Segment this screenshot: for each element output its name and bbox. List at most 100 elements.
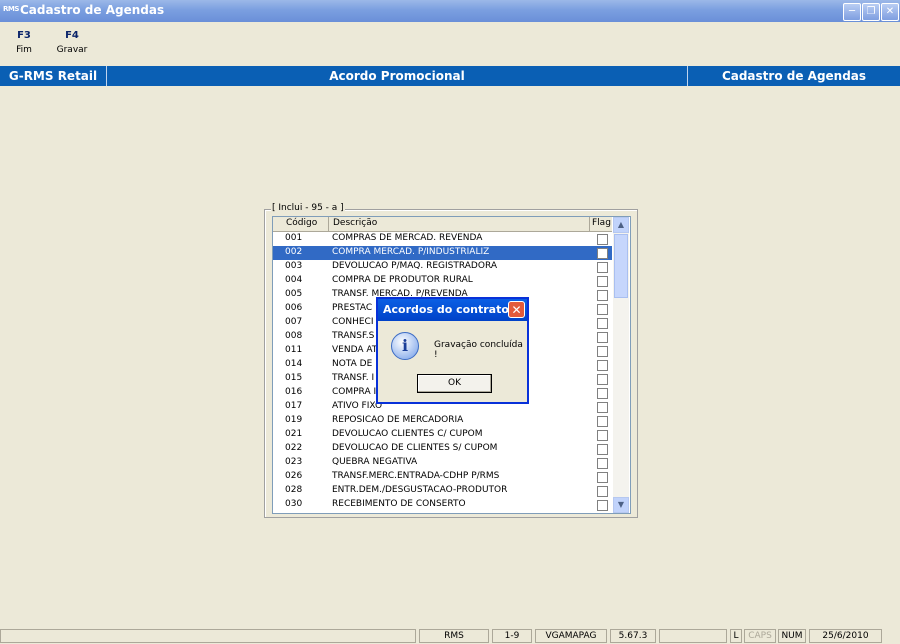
status-empty-panel [659,629,727,643]
dialog-close-button[interactable]: ✕ [508,301,525,318]
status-l: L [730,629,742,643]
row-description: REPOSICAO DE MERCADORIA [332,415,464,425]
flag-checkbox[interactable] [597,290,608,301]
flag-checkbox[interactable] [597,346,608,357]
row-code: 016 [285,387,303,397]
header-system: G-RMS Retail [8,69,98,83]
row-code: 003 [285,261,303,271]
table-row[interactable]: 002 COMPRA MERCAD. P/INDUSTRIALIZ [273,246,612,260]
group-caption: [ Inclui - 95 - a ] [271,203,345,213]
flag-checkbox[interactable] [597,402,608,413]
flag-checkbox[interactable] [597,430,608,441]
f4-gravar-button[interactable]: F4 Gravar [52,30,92,55]
status-num: NUM [778,629,806,643]
row-code: 002 [285,247,303,257]
status-date: 25/6/2010 [809,629,882,643]
dialog-title-bar: Acordos do contrato ✕ [378,299,527,321]
flag-checkbox[interactable] [597,262,608,273]
f3-fim-button[interactable]: F3 Fim [4,30,44,55]
table-row[interactable]: 028 ENTR.DEM./DESGUSTACAO-PRODUTOR [273,484,612,498]
row-code: 004 [285,275,303,285]
row-description: PRESTAC [332,303,373,313]
row-description: VENDA AT [332,345,378,355]
row-code: 030 [285,499,303,509]
column-header-code[interactable]: Código [286,218,317,228]
flag-checkbox[interactable] [597,486,608,497]
column-header-flag[interactable]: Flag [592,218,611,228]
f3-action-label: Fim [16,45,32,55]
header-screen: Cadastro de Agendas [721,69,867,83]
row-description: QUEBRA NEGATIVA [332,457,418,467]
info-icon: i [391,332,419,360]
flag-checkbox[interactable] [597,248,608,259]
row-code: 023 [285,457,303,467]
row-description: COMPRA DE PRODUTOR RURAL [332,275,473,285]
scroll-up-button[interactable]: ▲ [613,217,629,233]
table-row[interactable]: 019 REPOSICAO DE MERCADORIA [273,414,612,428]
status-version: 5.67.3 [610,629,656,643]
flag-checkbox[interactable] [597,388,608,399]
table-row[interactable]: 022 DEVOLUCAO DE CLIENTES S/ CUPOM [273,442,612,456]
status-range: 1-9 [492,629,532,643]
table-row[interactable]: 026 TRANSF.MERC.ENTRADA-CDHP P/RMS [273,470,612,484]
row-code: 005 [285,289,303,299]
list-header: Código Descrição Flag [273,217,612,232]
window-title: Cadastro de Agendas [20,3,165,17]
flag-checkbox[interactable] [597,416,608,427]
flag-checkbox[interactable] [597,458,608,469]
scroll-down-button[interactable]: ▼ [613,497,629,513]
status-caps: CAPS [744,629,776,643]
row-description: NOTA DE [332,359,373,369]
flag-checkbox[interactable] [597,304,608,315]
dialog-title: Acordos do contrato [383,303,509,316]
row-code: 026 [285,471,303,481]
row-code: 007 [285,317,303,327]
minimize-button[interactable]: ─ [843,3,861,21]
row-code: 022 [285,443,303,453]
close-button[interactable]: ✕ [881,3,899,21]
header-module: Acordo Promocional [329,69,465,83]
table-row[interactable]: 001 COMPRAS DE MERCAD. REVENDA [273,232,612,246]
flag-checkbox[interactable] [597,444,608,455]
flag-checkbox[interactable] [597,472,608,483]
table-row[interactable]: 003 DEVOLUCAO P/MAQ. REGISTRADORA [273,260,612,274]
column-divider [589,217,590,231]
row-description: TRANSF.MERC.ENTRADA-CDHP P/RMS [332,471,500,481]
table-row[interactable]: 023 QUEBRA NEGATIVA [273,456,612,470]
list-scrollbar[interactable]: ▲ ▼ [613,217,629,513]
flag-checkbox[interactable] [597,360,608,371]
row-description: RECEBIMENTO DE CONSERTO [332,499,466,509]
flag-checkbox[interactable] [597,374,608,385]
status-system: RMS [419,629,489,643]
column-header-description[interactable]: Descrição [333,218,377,228]
app-icon: RMS [3,5,19,13]
row-description: COMPRA I [332,387,377,397]
flag-checkbox[interactable] [597,234,608,245]
status-user: VGAMAPAG [535,629,607,643]
column-divider [328,217,329,231]
status-message-panel [0,629,416,643]
module-header: G-RMS Retail Acordo Promocional Cadastro… [0,66,900,86]
row-description: ENTR.DEM./DESGUSTACAO-PRODUTOR [332,485,508,495]
flag-checkbox[interactable] [597,500,608,511]
maximize-button[interactable]: ❐ [862,3,880,21]
table-row[interactable]: 030 RECEBIMENTO DE CONSERTO [273,498,612,512]
row-code: 001 [285,233,303,243]
table-row[interactable]: 004 COMPRA DE PRODUTOR RURAL [273,274,612,288]
f3-key-label: F3 [17,30,31,41]
row-description: TRANSF. I [332,373,375,383]
table-row[interactable]: 021 DEVOLUCAO CLIENTES C/ CUPOM [273,428,612,442]
flag-checkbox[interactable] [597,332,608,343]
row-code: 006 [285,303,303,313]
flag-checkbox[interactable] [597,318,608,329]
row-code: 028 [285,485,303,495]
row-description: COMPRA MERCAD. P/INDUSTRIALIZ [332,247,490,257]
f4-key-label: F4 [65,30,79,41]
row-code: 017 [285,401,303,411]
flag-checkbox[interactable] [597,276,608,287]
title-bar: RMS Cadastro de Agendas ─ ❐ ✕ [0,0,900,22]
row-description: ATIVO FIXO [332,401,383,411]
ok-button[interactable]: OK [417,374,492,393]
row-description: TRANSF.S [332,331,375,341]
scroll-thumb[interactable] [614,234,628,298]
